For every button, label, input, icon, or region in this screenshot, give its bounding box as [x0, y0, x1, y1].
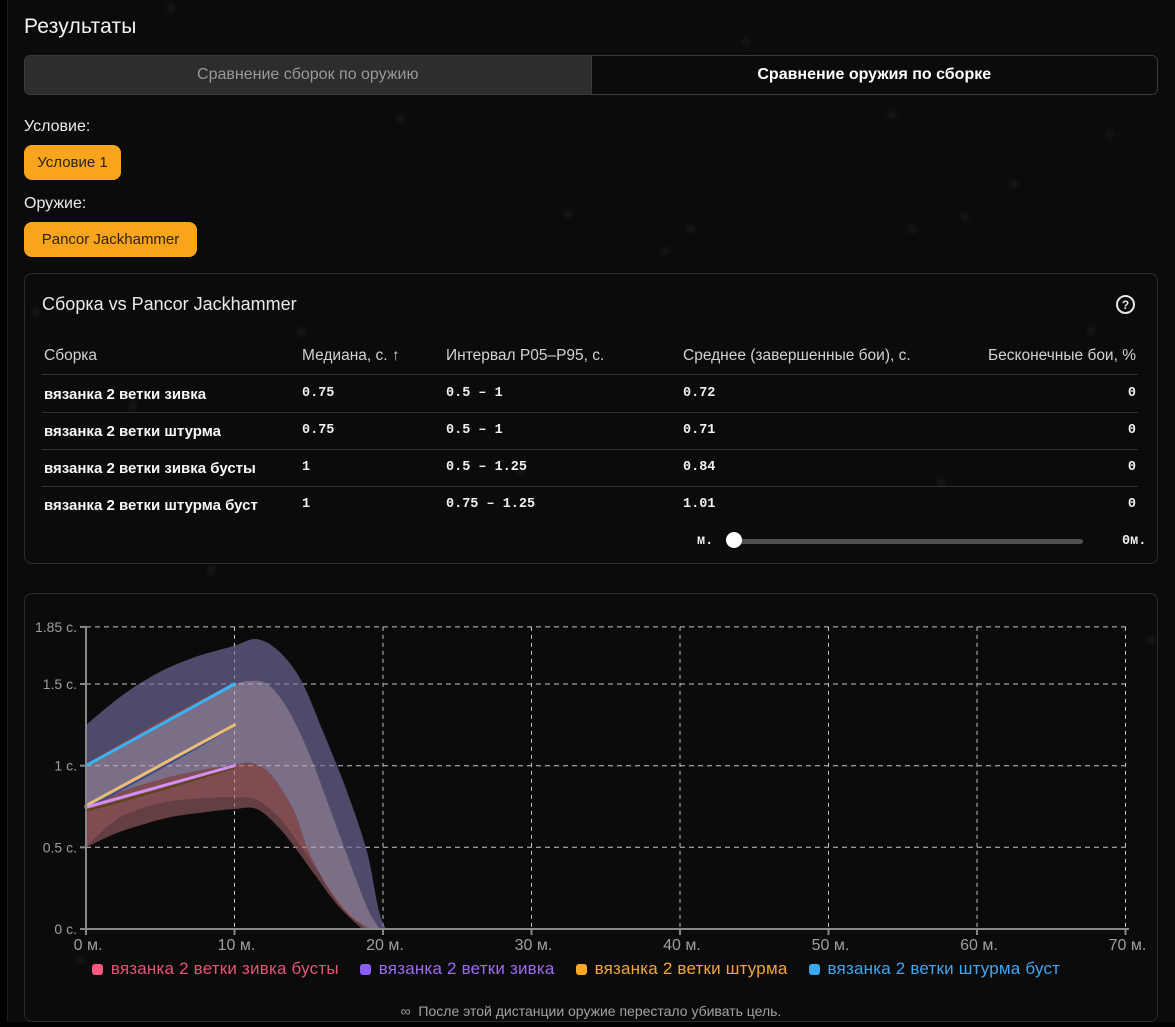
- svg-text:0.5 с.: 0.5 с.: [43, 839, 77, 855]
- svg-text:0 с.: 0 с.: [54, 921, 77, 937]
- svg-text:30 м.: 30 м.: [515, 937, 553, 954]
- svg-text:0 м.: 0 м.: [74, 937, 103, 954]
- svg-text:20 м.: 20 м.: [366, 937, 404, 954]
- svg-text:10 м.: 10 м.: [218, 937, 256, 954]
- svg-text:1 с.: 1 с.: [54, 758, 77, 774]
- svg-text:40 м.: 40 м.: [663, 937, 701, 954]
- svg-text:60 м.: 60 м.: [960, 937, 998, 954]
- svg-text:50 м.: 50 м.: [812, 937, 850, 954]
- svg-text:1.5 с.: 1.5 с.: [43, 676, 77, 692]
- svg-text:1.85 с.: 1.85 с.: [35, 619, 77, 635]
- svg-text:70 м.: 70 м.: [1109, 937, 1147, 954]
